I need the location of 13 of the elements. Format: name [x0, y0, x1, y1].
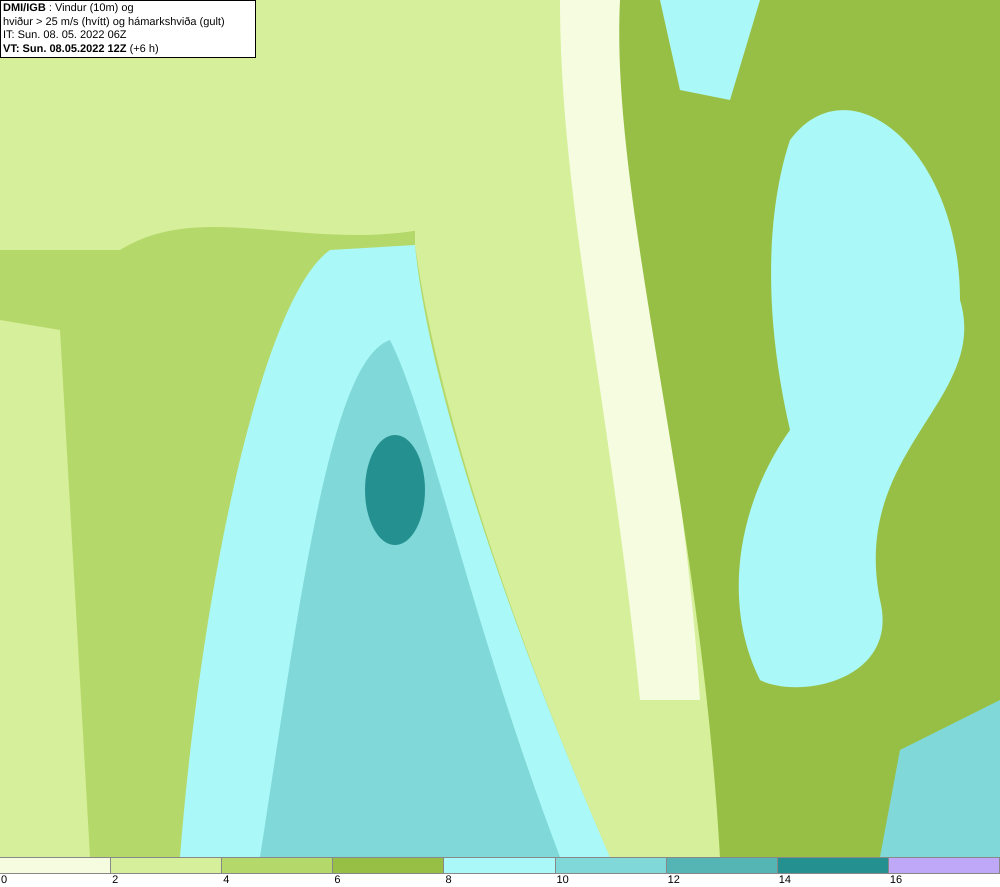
legend-label: 2: [112, 874, 118, 886]
legend-label: 10: [556, 874, 569, 886]
header-text: VT: Sun. 08.05.2022 12Z (+6 h): [3, 42, 160, 56]
header-text: hviður > 25 m/s (hvítt) og hámarkshviða (gult): [3, 16, 226, 29]
legend-label: 12: [668, 874, 680, 886]
legend-label: 16: [890, 874, 902, 886]
header-text: DMI/IGB : Vindur (10m) og: [3, 2, 135, 16]
legend-label: 8: [445, 874, 452, 886]
legend-label: 0: [1, 874, 8, 886]
legend-label: 6: [334, 874, 340, 886]
legend-label: 4: [223, 874, 230, 886]
legend-label: 14: [778, 874, 792, 886]
header-text: IT: Sun. 08. 05. 2022 06Z: [3, 29, 128, 42]
